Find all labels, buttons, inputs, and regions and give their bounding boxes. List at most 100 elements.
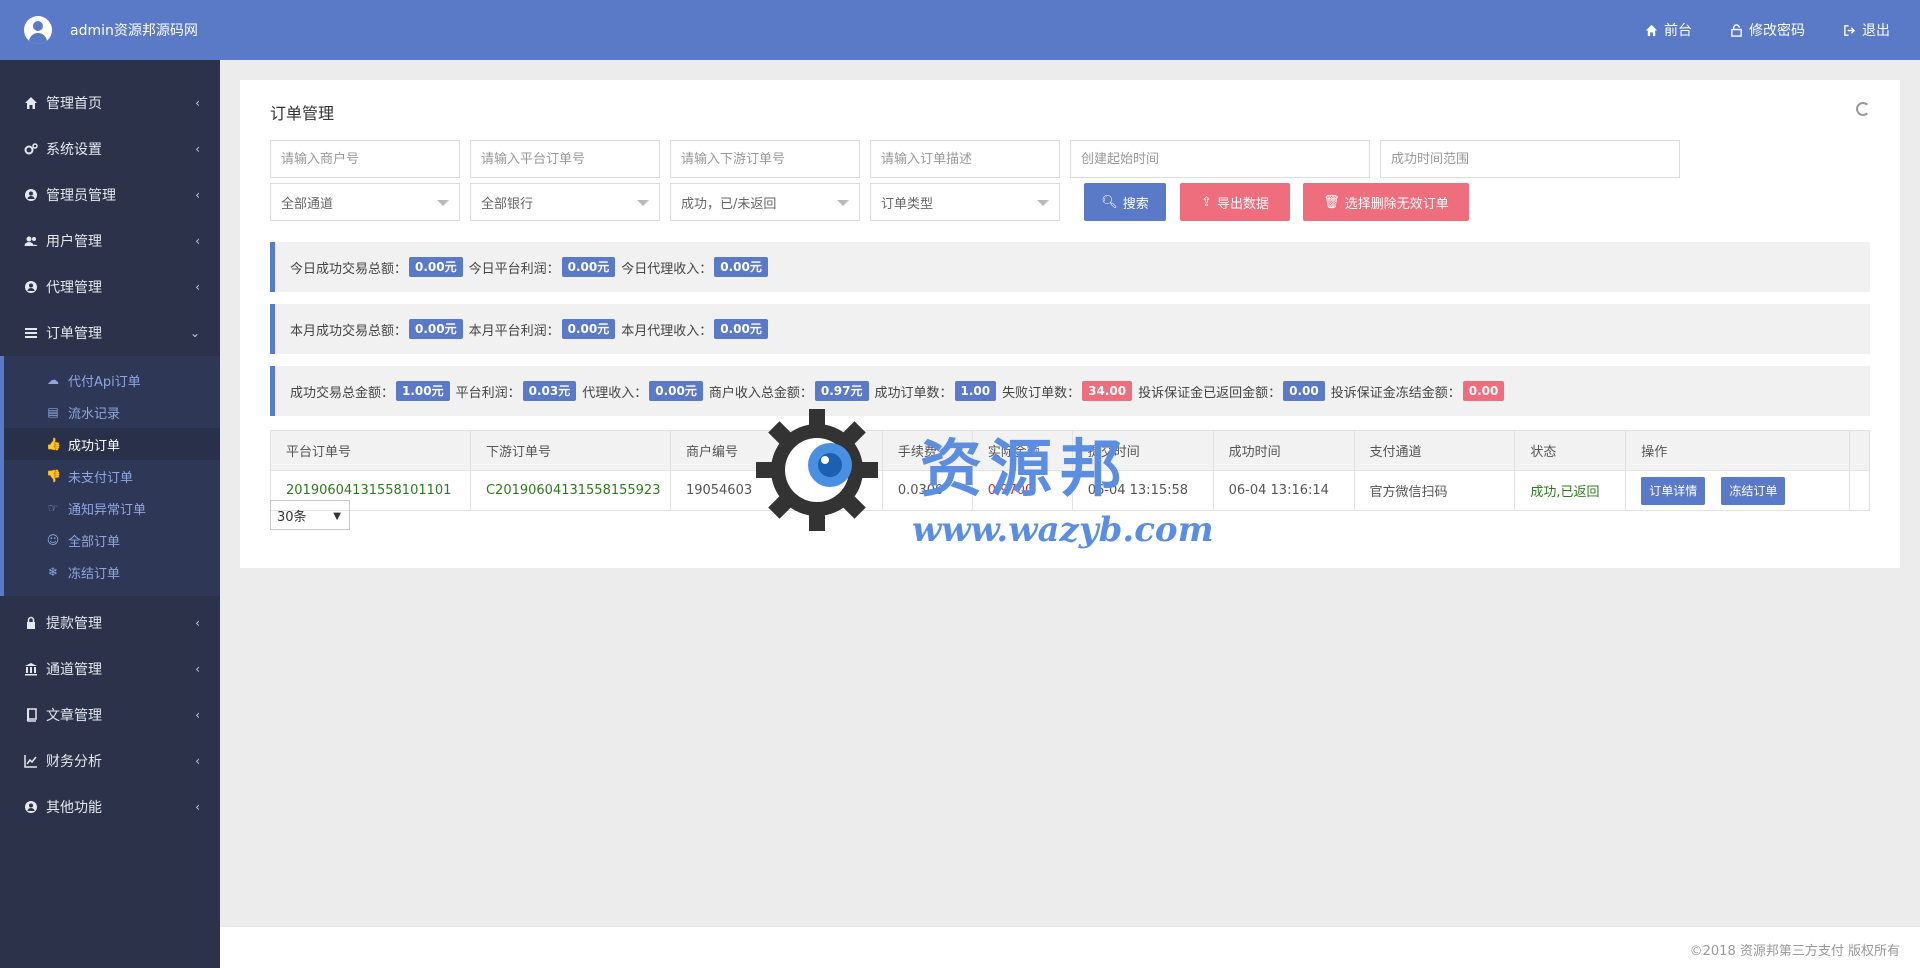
trash-icon: 🗑︎ <box>1323 194 1340 210</box>
page-size-select[interactable]: 30条 ▼ <box>270 500 350 530</box>
page-size-value: 30条 <box>277 509 307 525</box>
export-icon: ⇪ <box>1201 194 1212 210</box>
freeze-order-button[interactable]: 冻结订单 <box>1721 476 1786 505</box>
column-header-spacer <box>1848 430 1871 471</box>
export-button[interactable]: ⇪ 导出数据 <box>1180 183 1290 221</box>
submenu-item-label: 未支付订单 <box>68 470 134 486</box>
sidebar-item-dashboard[interactable]: 管理首页 ‹ <box>0 80 220 126</box>
search-button[interactable]: 🔍︎ 搜索 <box>1084 183 1166 221</box>
bank-select[interactable]: 全部银行 <box>470 183 660 221</box>
order-detail-button[interactable]: 订单详情 <box>1641 476 1706 505</box>
sidebar-item-channel-management[interactable]: 通道管理 ‹ <box>0 646 220 692</box>
submenu-item-success-orders[interactable]: 👍 成功订单 <box>4 428 220 460</box>
spacer-cell <box>1848 470 1871 511</box>
submenu-item-unpaid-orders[interactable]: 👎 未支付订单 <box>4 460 220 492</box>
sidebar-item-other-functions[interactable]: 其他功能 ‹ <box>0 784 220 830</box>
column-header: 平台订单号 <box>270 430 471 471</box>
sidebar-item-label: 文章管理 <box>46 708 102 724</box>
order-desc-input[interactable] <box>870 140 1060 178</box>
search-icon: 🔍︎ <box>1101 194 1118 210</box>
stat-label: 商户收入总金额： <box>708 385 813 401</box>
refresh-icon[interactable] <box>1856 102 1870 116</box>
submenu-item-payout-api-orders[interactable]: ☁ 代付Api订单 <box>4 364 220 396</box>
status-select[interactable]: 成功，已/未返回 <box>670 183 860 221</box>
lock-icon <box>1731 23 1742 37</box>
stat-label: 本月成功交易总额： <box>290 323 408 339</box>
sidebar-item-label: 财务分析 <box>46 754 102 770</box>
caret-down-icon <box>837 200 849 206</box>
caret-down-icon: ▼ <box>333 511 341 522</box>
channel-select[interactable]: 全部通道 <box>270 183 460 221</box>
sidebar-item-agent-management[interactable]: 代理管理 ‹ <box>0 264 220 310</box>
stat-label: 代理收入： <box>582 385 648 401</box>
top-header: admin资源邦源码网 前台 修改密码 退出 <box>0 0 1920 60</box>
submenu-item-notify-error-orders[interactable]: ☞ 通知异常订单 <box>4 492 220 524</box>
page-title: 订单管理 <box>270 104 335 123</box>
snowflake-icon: ❄ <box>47 565 59 579</box>
merchant-id-input[interactable] <box>270 140 460 178</box>
export-button-label: 导出数据 <box>1216 196 1269 212</box>
stat-label: 投诉保证金冻结金额： <box>1330 385 1461 401</box>
column-header: 下游订单号 <box>469 430 671 471</box>
book-icon <box>26 708 37 722</box>
logout-icon <box>1844 24 1856 36</box>
order-type-select-value: 订单类型 <box>881 196 934 212</box>
sidebar-item-label: 管理员管理 <box>46 188 116 204</box>
stat-badge: 34.00 <box>1082 381 1133 401</box>
sidebar-item-article-management[interactable]: 文章管理 ‹ <box>0 692 220 738</box>
smile-icon: ☺ <box>46 533 60 547</box>
chart-icon <box>24 755 37 768</box>
downstream-order-input[interactable] <box>670 140 860 178</box>
users-icon <box>24 236 38 246</box>
create-time-input[interactable] <box>1070 140 1370 178</box>
sidebar: 管理首页 ‹ 系统设置 ‹ 管理员管理 ‹ 用户管理 ‹ 代理管理 ‹ 订单管理… <box>0 60 220 968</box>
sidebar-item-label: 提款管理 <box>46 616 102 632</box>
stat-badge: 0.00元 <box>714 319 768 339</box>
delete-invalid-button[interactable]: 🗑︎ 选择删除无效订单 <box>1303 183 1469 221</box>
submenu-item-label: 全部订单 <box>68 534 121 550</box>
caret-down-icon <box>637 200 649 206</box>
thumbs-down-icon: 👎 <box>46 469 61 483</box>
sidebar-item-finance-analysis[interactable]: 财务分析 ‹ <box>0 738 220 784</box>
stats-today: 今日成功交易总额： 0.00元 今日平台利润： 0.00元 今日代理收入： 0.… <box>270 242 1870 292</box>
submenu-item-label: 冻结订单 <box>68 566 121 582</box>
chevron-left-icon: ‹ <box>195 662 200 676</box>
status-select-value: 成功，已/未返回 <box>681 196 777 212</box>
stat-badge: 0.00元 <box>649 381 703 401</box>
sidebar-item-withdrawal-management[interactable]: 提款管理 ‹ <box>0 600 220 646</box>
stat-label: 本月代理收入： <box>621 323 713 339</box>
hand-icon: ☞ <box>47 501 59 515</box>
header-nav: 前台 修改密码 退出 <box>1607 20 1890 40</box>
submenu-item-frozen-orders[interactable]: ❄ 冻结订单 <box>4 556 220 588</box>
sidebar-item-user-management[interactable]: 用户管理 ‹ <box>0 218 220 264</box>
sidebar-item-label: 代理管理 <box>46 280 102 296</box>
avatar-icon[interactable] <box>24 16 52 44</box>
stat-label: 失败订单数： <box>1002 385 1081 401</box>
success-time-input[interactable] <box>1380 140 1680 178</box>
channel-select-value: 全部通道 <box>281 196 334 212</box>
sidebar-menu: 管理首页 ‹ 系统设置 ‹ 管理员管理 ‹ 用户管理 ‹ 代理管理 ‹ 订单管理… <box>0 60 220 356</box>
sidebar-item-system-settings[interactable]: 系统设置 ‹ <box>0 126 220 172</box>
watermark-text: 资源邦 <box>920 432 1131 505</box>
thumbs-up-icon: 👍 <box>46 437 61 451</box>
stat-badge: 0.97元 <box>814 381 869 401</box>
gears-icon <box>24 143 38 155</box>
sidebar-item-order-management[interactable]: 订单管理 ⌄ <box>0 310 220 356</box>
nav-frontend-link[interactable]: 前台 <box>1645 20 1692 40</box>
stat-badge: 0.00元 <box>714 257 768 277</box>
stat-label: 今日平台利润： <box>468 261 560 277</box>
order-type-select[interactable]: 订单类型 <box>870 183 1060 221</box>
sidebar-item-admin-management[interactable]: 管理员管理 ‹ <box>0 172 220 218</box>
platform-order-value: 20190604131558101101 <box>286 483 452 498</box>
submenu-item-all-orders[interactable]: ☺ 全部订单 <box>4 524 220 556</box>
nav-change-password-link[interactable]: 修改密码 <box>1730 20 1805 40</box>
submenu-item-transaction-log[interactable]: ▤ 流水记录 <box>4 396 220 428</box>
nav-logout-link[interactable]: 退出 <box>1843 20 1890 40</box>
sidebar-item-label: 管理首页 <box>46 96 102 112</box>
stat-badge: 0.00元 <box>561 257 616 277</box>
caret-down-icon <box>1037 200 1049 206</box>
home-icon <box>1645 24 1658 36</box>
platform-order-input[interactable] <box>470 140 660 178</box>
stat-label: 成功订单数： <box>874 385 953 401</box>
nav-logout-label: 退出 <box>1862 23 1890 39</box>
